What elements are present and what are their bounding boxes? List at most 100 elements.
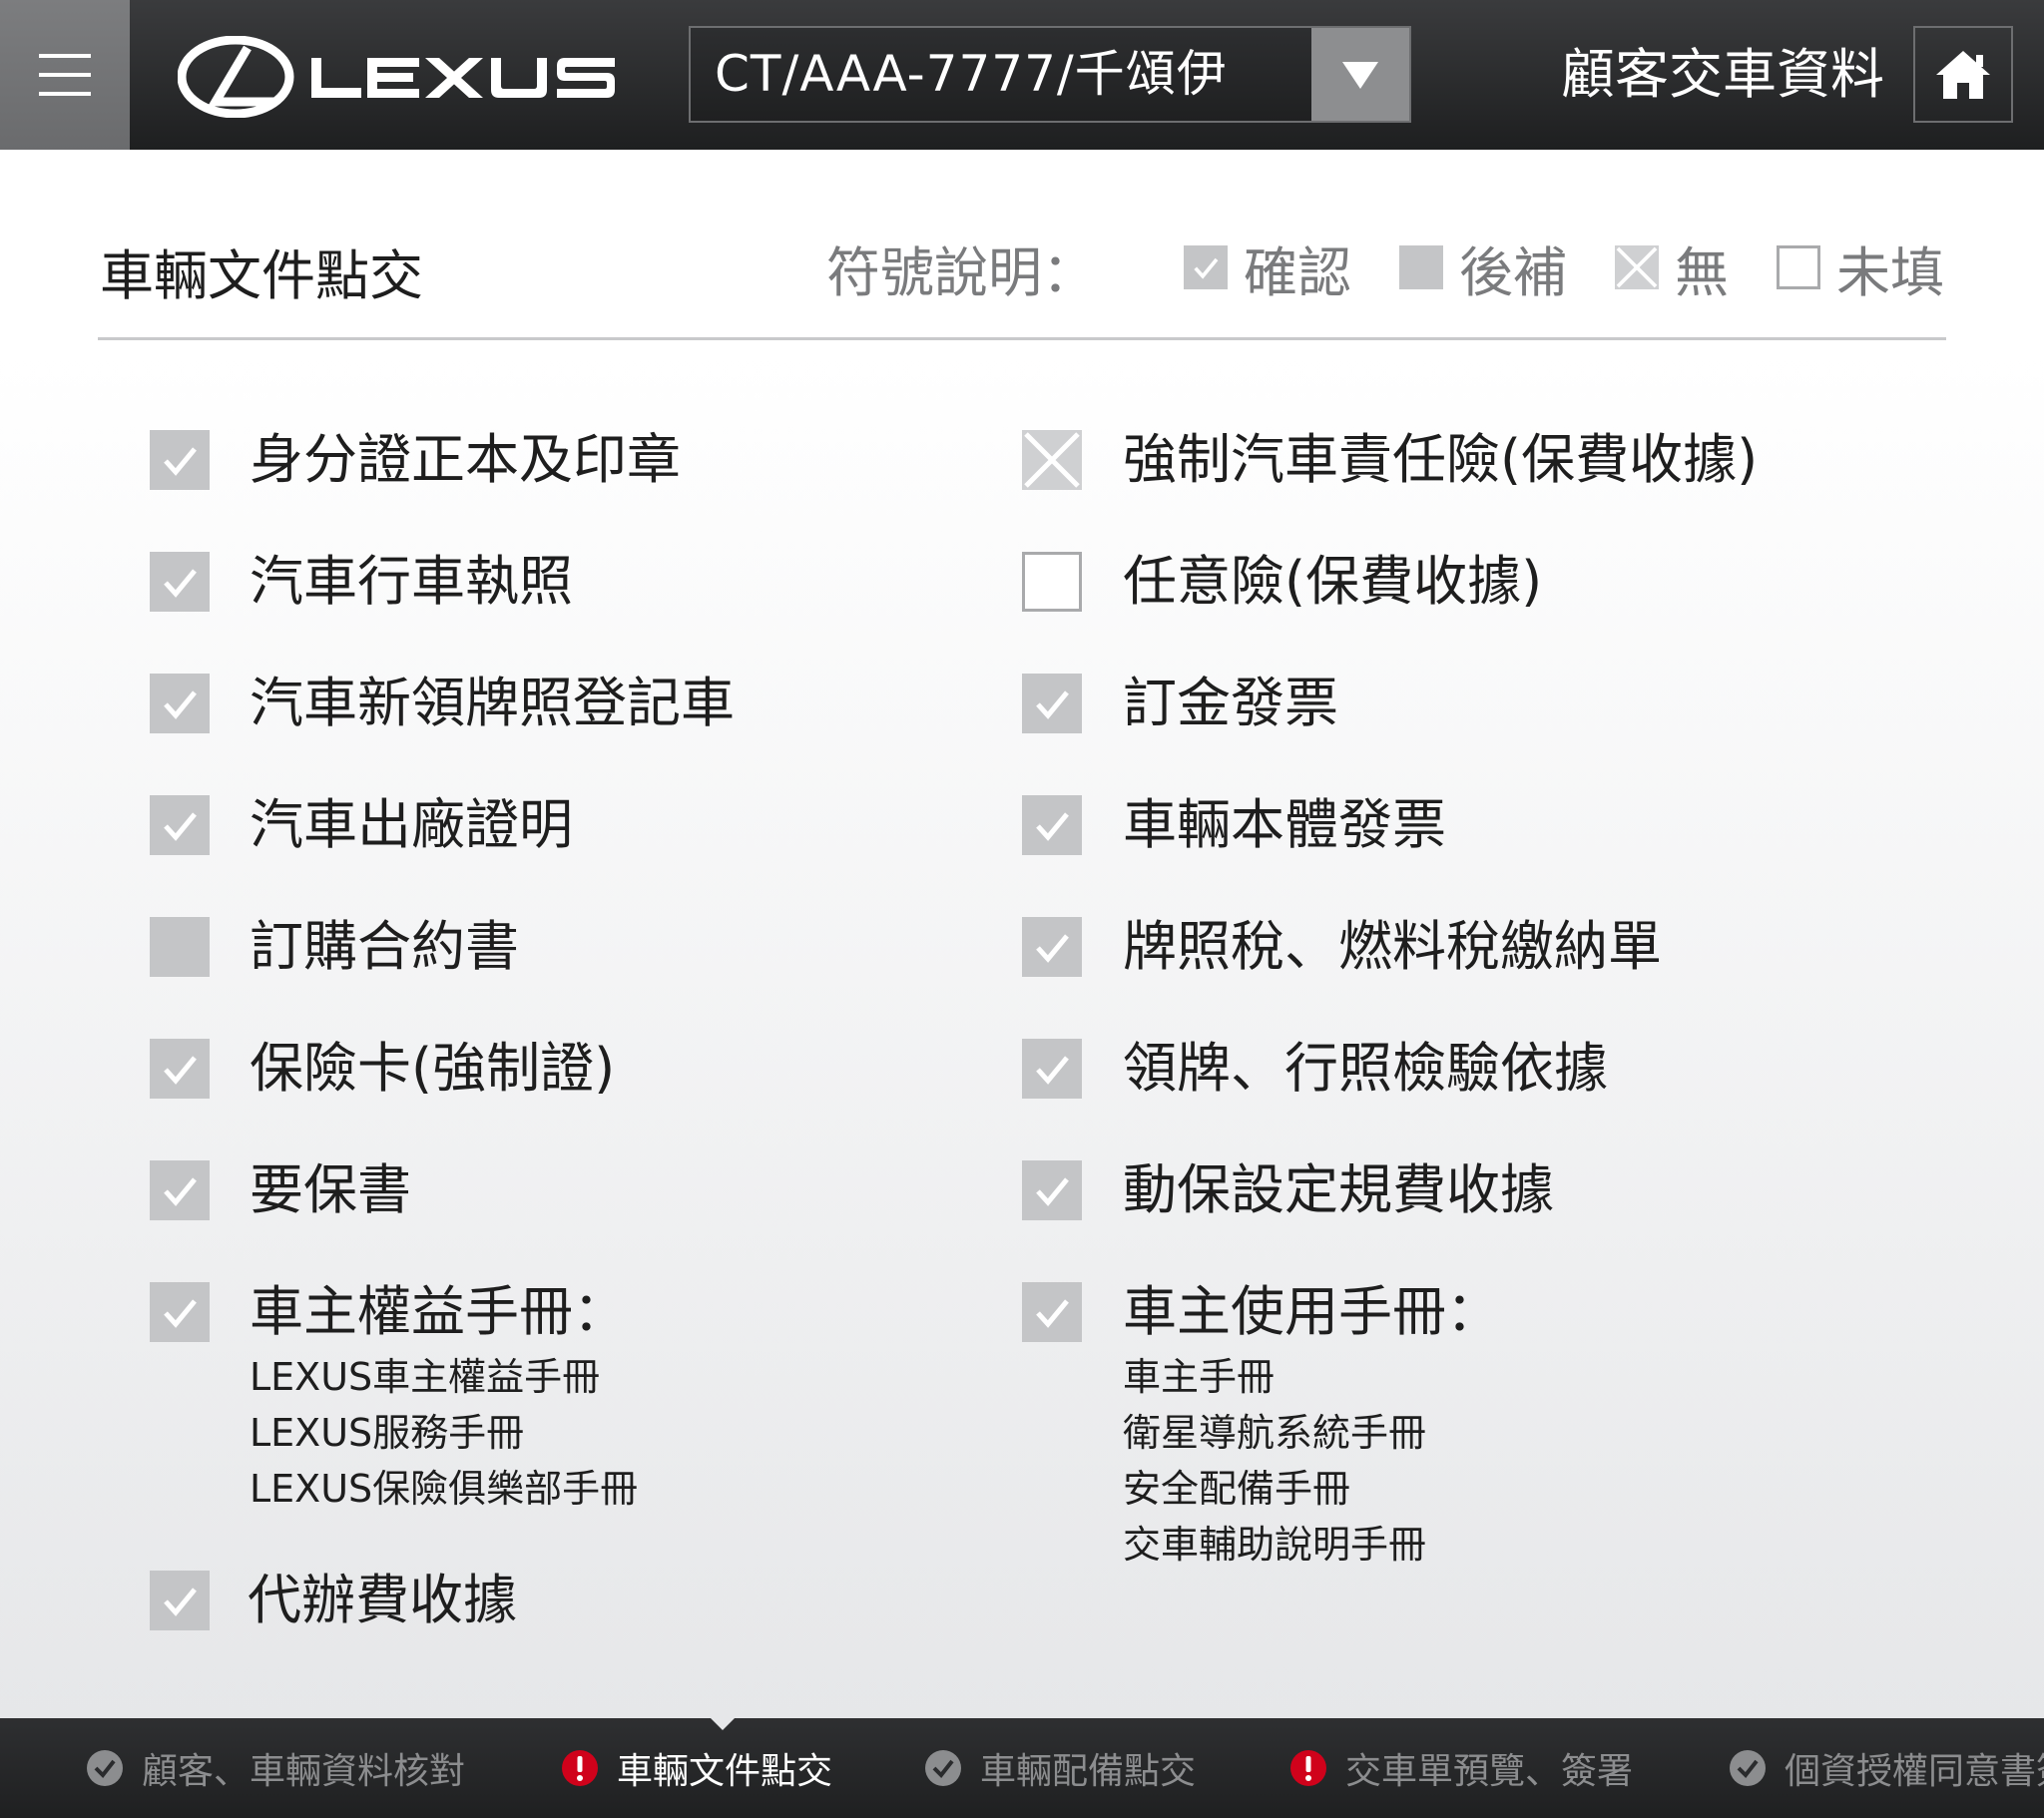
doc-label: 代辦費收據	[248, 1569, 517, 1631]
home-icon	[1936, 50, 1990, 99]
doc-sub-item: 衛星導航系統手冊	[1123, 1411, 1427, 1455]
doc-sub-list: 車主手冊 衛星導航系統手冊 安全配備手冊 交車輔助說明手冊	[1123, 1349, 1426, 1573]
legend-item-confirm: 確認	[1184, 228, 1351, 307]
cross-icon	[1024, 432, 1080, 488]
checkbox-doc-left-1[interactable]	[150, 552, 210, 612]
step-label: 車輛文件點交	[617, 1751, 833, 1792]
doc-label: 車主權益手冊：	[250, 1280, 627, 1343]
check-circle-icon	[925, 1750, 961, 1786]
lexus-logo	[177, 35, 637, 119]
doc-sub-list: LEXUS車主權益手冊 LEXUS服務手冊 LEXUS保險俱樂部手冊	[250, 1349, 638, 1517]
symbol-legend: 符號說明： 確認 後補 無 未填	[826, 231, 1944, 304]
doc-sub-item: 車主手冊	[1123, 1355, 1276, 1399]
checkbox-doc-right-6[interactable]	[1022, 1160, 1082, 1220]
legend-label: 確認	[1244, 240, 1351, 304]
doc-label: 強制汽車責任險(保費收據)	[1123, 428, 1759, 491]
doc-label: 汽車行車執照	[250, 550, 573, 613]
checkmark-icon	[1184, 245, 1228, 289]
checkbox-doc-left-2[interactable]	[150, 674, 210, 733]
step-vehicle-equipment[interactable]: 車輛配備點交	[924, 1718, 1196, 1818]
doc-label: 領牌、行照檢驗依據	[1123, 1037, 1608, 1100]
doc-label: 動保設定規費收據	[1123, 1158, 1554, 1221]
checkbox-doc-left-4[interactable]	[150, 917, 210, 977]
step-label: 交車單預覽、簽署	[1345, 1751, 1634, 1792]
doc-label: 汽車新領牌照登記車	[250, 672, 735, 734]
checkmark-icon	[1036, 690, 1069, 719]
doc-label: 保險卡(強制證)	[250, 1037, 616, 1100]
checkmark-icon	[1036, 1177, 1069, 1206]
checkmark-icon	[164, 1177, 197, 1206]
checkmark-icon	[164, 1588, 197, 1616]
checkmark-icon	[164, 569, 197, 598]
doc-sub-item: LEXUS保險俱樂部手冊	[250, 1467, 639, 1511]
doc-label: 訂購合約書	[250, 915, 519, 978]
checkbox-doc-right-5[interactable]	[1022, 1039, 1082, 1099]
step-vehicle-documents[interactable]: 車輛文件點交	[561, 1718, 832, 1818]
check-circle-icon	[1730, 1750, 1766, 1786]
hamburger-icon	[39, 54, 91, 58]
legend-label: 無	[1675, 240, 1729, 304]
checkbox-doc-left-7[interactable]	[150, 1282, 210, 1342]
top-bar: CT/AAA-7777/千頌伊 顧客交車資料	[0, 0, 2044, 150]
home-button[interactable]	[1913, 26, 2013, 123]
checkbox-doc-left-3[interactable]	[150, 795, 210, 855]
doc-label: 訂金發票	[1123, 672, 1338, 734]
cross-icon	[1615, 245, 1659, 289]
section-title: 車輛文件點交	[100, 244, 423, 307]
checkmark-icon	[164, 812, 197, 841]
legend-item-empty: 未填	[1777, 228, 1944, 307]
checkmark-icon	[1036, 812, 1069, 841]
step-privacy-consent[interactable]: 個資授權同意書簽署	[1729, 1718, 2044, 1818]
menu-button[interactable]	[0, 0, 130, 150]
checkmark-icon	[1036, 1056, 1069, 1085]
check-circle-icon	[87, 1750, 123, 1786]
checkbox-doc-left-8[interactable]	[150, 1571, 210, 1630]
doc-label: 身分證正本及印章	[250, 428, 681, 491]
checkbox-doc-right-0[interactable]	[1022, 430, 1082, 490]
doc-label: 汽車出廠證明	[250, 793, 573, 856]
doc-label: 牌照稅、燃料稅繳納單	[1123, 915, 1662, 978]
checkbox-doc-right-1[interactable]	[1022, 552, 1082, 612]
step-label: 車輛配備點交	[980, 1751, 1197, 1792]
step-label: 顧客、車輛資料核對	[142, 1751, 466, 1792]
vehicle-selector-value: CT/AAA-7777/千頌伊	[715, 45, 1228, 103]
checkmark-icon	[164, 690, 197, 719]
vehicle-selector[interactable]: CT/AAA-7777/千頌伊	[689, 26, 1411, 123]
checkmark-icon	[164, 1056, 197, 1085]
checkbox-doc-left-5[interactable]	[150, 1039, 210, 1099]
checkmark-icon	[164, 447, 197, 476]
dropdown-button[interactable]	[1311, 28, 1409, 121]
doc-label: 任意險(保費收據)	[1123, 550, 1543, 613]
triangle-down-icon	[1342, 61, 1378, 89]
doc-sub-item: LEXUS服務手冊	[250, 1411, 525, 1455]
legend-item-none: 無	[1615, 228, 1729, 307]
step-label: 個資授權同意書簽署	[1785, 1751, 2044, 1792]
exclamation-circle-icon	[1290, 1750, 1326, 1786]
section-divider	[98, 337, 1946, 340]
step-customer-vehicle-check[interactable]: 顧客、車輛資料核對	[86, 1718, 465, 1818]
legend-item-later: 後補	[1399, 228, 1567, 307]
filled-square-icon	[1399, 245, 1443, 289]
checkbox-doc-right-3[interactable]	[1022, 795, 1082, 855]
exclamation-circle-icon	[562, 1750, 598, 1786]
checkmark-icon	[1036, 1299, 1069, 1328]
doc-label: 車主使用手冊：	[1123, 1280, 1500, 1343]
empty-square-icon	[1777, 245, 1820, 289]
legend-label: 未填	[1836, 240, 1944, 304]
doc-sub-item: LEXUS車主權益手冊	[250, 1355, 601, 1399]
page-title: 顧客交車資料	[1561, 43, 1884, 106]
checkbox-doc-left-6[interactable]	[150, 1160, 210, 1220]
checkbox-doc-right-2[interactable]	[1022, 674, 1082, 733]
checkmark-icon	[1036, 934, 1069, 963]
doc-label: 車輛本體發票	[1123, 793, 1446, 856]
checkbox-doc-left-0[interactable]	[150, 430, 210, 490]
doc-sub-item: 安全配備手冊	[1123, 1467, 1351, 1511]
doc-sub-item: 交車輔助說明手冊	[1123, 1523, 1427, 1567]
checkbox-doc-right-7[interactable]	[1022, 1282, 1082, 1342]
doc-label: 要保書	[250, 1158, 411, 1221]
checkbox-doc-right-4[interactable]	[1022, 917, 1082, 977]
checkmark-icon	[164, 1299, 197, 1328]
legend-label: 後補	[1459, 240, 1567, 304]
step-delivery-preview-sign[interactable]: 交車單預覽、簽署	[1289, 1718, 1633, 1818]
legend-title: 符號說明：	[826, 240, 1096, 304]
